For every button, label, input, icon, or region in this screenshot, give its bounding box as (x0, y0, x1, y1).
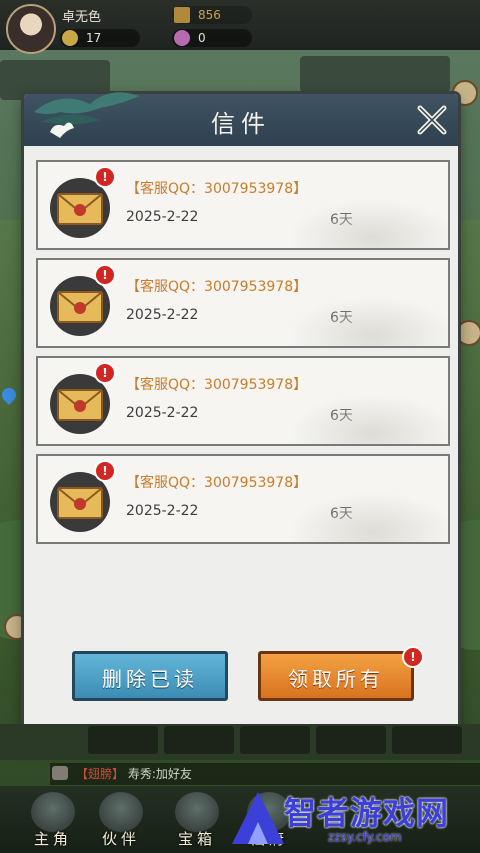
gem-value: 0 (198, 31, 206, 45)
mail-days-remaining: 6天 (330, 310, 353, 326)
mail-item[interactable]: ! 【客服QQ：3007953978】 2025-2-22 6天 (36, 258, 450, 348)
gold-value: 856 (198, 8, 221, 22)
unread-badge: ! (94, 460, 116, 482)
map-pin-icon[interactable] (2, 388, 16, 406)
mail-item[interactable]: ! 【客服QQ：3007953978】 2025-2-22 6天 (36, 356, 450, 446)
nav-item-partner[interactable]: 伙伴 (88, 786, 154, 853)
hud-slot[interactable] (88, 726, 158, 754)
watermark-logo-icon (232, 792, 284, 844)
unread-badge: ! (94, 362, 116, 384)
hud-slot[interactable] (316, 726, 386, 754)
unread-badge: ! (94, 264, 116, 286)
hud-slot[interactable] (240, 726, 310, 754)
chat-bar[interactable]: 【翅膀】 寿秀:加好友 (50, 763, 480, 785)
mail-date: 2025-2-22 (126, 405, 199, 421)
close-icon[interactable] (412, 100, 452, 140)
hud-slot[interactable] (392, 726, 462, 754)
partner-icon (99, 792, 143, 832)
mail-item[interactable]: ! 【客服QQ：3007953978】 2025-2-22 6天 (36, 454, 450, 544)
mail-sender: 【客服QQ：3007953978】 (126, 377, 308, 393)
player-avatar[interactable] (6, 4, 56, 54)
claim-all-badge: ! (402, 646, 424, 668)
chest-icon (175, 792, 219, 832)
mail-sender: 【客服QQ：3007953978】 (126, 279, 308, 295)
coin-counter: 17 (60, 29, 140, 47)
mail-days-remaining: 6天 (330, 212, 353, 228)
site-watermark: 智者游戏网 zzsy.cfy.com (228, 786, 480, 853)
hud-slot[interactable] (164, 726, 234, 754)
nav-item-chest[interactable]: 宝箱 (164, 786, 230, 853)
coin-icon (62, 30, 78, 46)
unread-badge: ! (94, 166, 116, 188)
mail-date: 2025-2-22 (126, 503, 199, 519)
watermark-url: zzsy.cfy.com (328, 830, 402, 844)
gem-counter: 0 (172, 29, 252, 47)
watermark-text: 智者游戏网 (284, 794, 450, 832)
nav-label: 伙伴 (101, 830, 140, 848)
gold-counter: 856 (172, 6, 252, 24)
nav-label: 主角 (33, 830, 72, 848)
gem-icon (174, 30, 190, 46)
mail-item[interactable]: ! 【客服QQ：3007953978】 2025-2-22 6天 (36, 160, 450, 250)
mail-sender: 【客服QQ：3007953978】 (126, 181, 308, 197)
dialog-header: 信件 (24, 92, 458, 146)
mail-dialog: 信件 ! 【客服QQ：3007953978】 2025-2-22 6天 ! 【客… (24, 92, 458, 740)
scene-building (300, 56, 450, 92)
player-name: 卓无色 (62, 10, 102, 25)
mail-days-remaining: 6天 (330, 408, 353, 424)
mail-date: 2025-2-22 (126, 307, 199, 323)
mail-sender: 【客服QQ：3007953978】 (126, 475, 308, 491)
coin-value: 17 (86, 31, 102, 45)
side-event-icon[interactable] (456, 320, 480, 346)
claim-all-button[interactable]: 领取所有 (258, 651, 414, 701)
chat-channel-tag: 【翅膀】 (76, 767, 125, 781)
mail-date: 2025-2-22 (126, 209, 199, 225)
dialog-title: 信件 (211, 110, 271, 138)
mail-days-remaining: 6天 (330, 506, 353, 522)
chat-message: 寿秀:加好友 (127, 767, 192, 781)
hero-icon (31, 792, 75, 832)
nav-label: 宝箱 (177, 830, 216, 848)
nav-item-hero[interactable]: 主角 (20, 786, 86, 853)
delete-read-button[interactable]: 删除已读 (72, 651, 228, 701)
gold-ingot-icon (174, 7, 190, 23)
